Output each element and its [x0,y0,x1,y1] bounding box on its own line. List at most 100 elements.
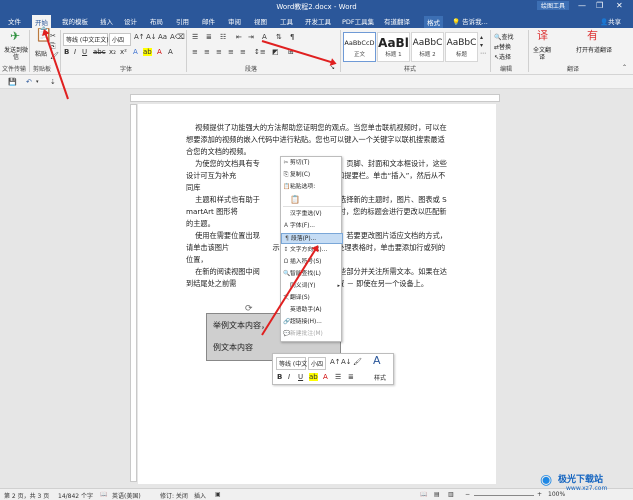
tab-youdao[interactable]: 有道翻译 [384,16,410,26]
style-heading-1[interactable]: AaBl 标题 1 [377,32,410,62]
tab-pdf-tools[interactable]: PDF工具集 [342,16,374,26]
tab-mailings[interactable]: 邮件 [202,16,215,26]
justify-icon[interactable]: ≡ [228,48,234,56]
bold-icon[interactable]: B [277,373,282,381]
open-youdao-button[interactable]: 打开有道翻译 [574,47,614,54]
rotate-handle-icon[interactable]: ⟳ [245,304,253,314]
menu-item-insert-symbol[interactable]: Ω插入符号(S) [281,257,343,268]
tab-format[interactable]: 格式 [424,16,443,28]
find-button[interactable]: 🔍查找 [494,32,514,41]
tab-developer[interactable]: 开发工具 [305,16,331,26]
style-normal[interactable]: AaBbCcD 正文 [343,32,376,62]
paste-option-buttons[interactable]: 📋 [281,194,343,205]
language-indicator[interactable]: 英语(美国) [112,491,141,500]
proofing-icon[interactable]: 📖 [100,491,107,498]
tab-layout[interactable]: 布局 [150,16,163,26]
style-heading-2[interactable]: AaBbC 标题 2 [411,32,444,62]
menu-item-font[interactable]: A 字体(F)... [281,221,343,232]
web-layout-icon[interactable]: ▥ [448,491,454,498]
align-center-icon[interactable]: ≡ [204,48,210,56]
paragraph-1[interactable]: 视频提供了功能强大的方法帮助您证明您的观点。当您单击联机视频时，可以在想要添加的… [186,122,451,158]
format-painter-icon[interactable]: 🖌 [353,358,362,366]
cut-icon[interactable]: ✂ [50,32,56,40]
tab-tools[interactable]: 工具 [280,16,293,26]
textbox-text-line-2[interactable]: 例文本内容 [213,342,253,353]
underline-icon[interactable]: U [298,373,303,381]
shrink-font-icon[interactable]: A↓ [341,358,352,366]
tab-review[interactable]: 审阅 [228,16,241,26]
menu-item-paragraph[interactable]: ¶ 段落(P)... [281,233,343,244]
numbering-icon[interactable]: ≣ [206,33,212,41]
textbox-text-line-1[interactable]: 举例文本内容， [213,320,269,331]
bold-icon[interactable]: B [64,48,69,56]
close-button[interactable]: ✕ [616,1,623,10]
strikethrough-icon[interactable]: abc [93,48,106,56]
styles-icon[interactable]: A [373,355,381,366]
decrease-indent-icon[interactable]: ⇤ [236,33,242,41]
send-to-wechat-button[interactable]: 发送到微信 [4,47,28,61]
macro-icon[interactable]: ▣ [215,491,221,498]
font-color-icon[interactable]: A [323,373,328,381]
insert-mode[interactable]: 插入 [194,491,206,500]
full-translate-button[interactable]: 全文翻译 [532,47,552,61]
share-button[interactable]: 👤共享 [600,16,621,26]
menu-item-english-assistant[interactable]: 英语助手(A) [281,305,343,316]
shading-icon[interactable]: ◩ [272,48,279,56]
superscript-icon[interactable]: x² [120,48,127,56]
line-spacing-icon[interactable]: ↕≡ [254,48,266,56]
customize-qat-icon[interactable]: ⇣ [50,78,56,86]
track-changes-status[interactable]: 修订: 关闭 [160,491,188,500]
menu-item-translate[interactable]: 文翻译(S) [281,293,343,304]
grow-font-icon[interactable]: A↑ [330,358,341,366]
bullets-icon[interactable]: ☰ [335,373,341,381]
menu-item-smart-lookup[interactable]: 🔍 智能查找(L) [281,269,343,280]
align-left-icon[interactable]: ≡ [192,48,198,56]
replace-button[interactable]: ⇄替换 [494,42,511,51]
tab-view[interactable]: 视图 [254,16,267,26]
zoom-out-icon[interactable]: − [465,491,470,498]
subscript-icon[interactable]: x₂ [109,48,116,56]
increase-indent-icon[interactable]: ⇥ [248,33,254,41]
show-marks-icon[interactable]: ¶ [290,33,294,41]
shrink-font-icon[interactable]: A↓ [146,33,157,41]
read-mode-icon[interactable]: 📖 [420,491,427,498]
font-size-select[interactable]: 小四 [109,33,131,46]
clear-format-icon[interactable]: A⌫ [170,33,185,41]
paste-keep-icon[interactable]: 📋 [290,194,300,205]
multilevel-list-icon[interactable]: ☷ [220,33,226,41]
tab-my-templates[interactable]: 我的模板 [62,16,88,26]
menu-item-cut[interactable]: ✂ 剪切(T) [281,158,343,169]
vertical-ruler[interactable] [130,104,137,482]
numbering-icon[interactable]: ≣ [348,373,354,381]
mini-size-select[interactable]: 小四 [308,357,326,370]
highlight-icon[interactable]: ab [143,48,152,56]
italic-icon[interactable]: I [74,48,76,56]
page-indicator[interactable]: 第 2 页，共 3 页 [4,491,49,500]
highlight-icon[interactable]: ab [309,373,318,381]
save-icon[interactable]: 💾 [8,78,17,86]
menu-item-hyperlink[interactable]: 🔗 超链接(H)... [281,317,343,328]
menu-item-paste-options[interactable]: 📋 粘贴选项: [281,182,343,193]
paste-button[interactable]: 粘贴 [35,49,47,58]
bullets-icon[interactable]: ☰ [192,33,198,41]
tab-insert[interactable]: 插入 [100,16,113,26]
menu-item-reconvert[interactable]: 汉字重选(V) [281,209,343,220]
minimize-button[interactable]: — [578,1,586,10]
word-count[interactable]: 14/842 个字 [58,491,93,500]
grow-font-icon[interactable]: A↑ [134,33,145,41]
change-case-icon[interactable]: Aa [158,33,167,41]
mini-styles-label[interactable]: 样式 [374,373,386,382]
char-shading-icon[interactable]: A [168,48,173,56]
undo-icon[interactable]: ↶ [26,78,32,86]
undo-dropdown-icon[interactable]: ▾ [36,78,39,86]
collapse-ribbon-icon[interactable]: ⌃ [622,64,627,72]
tab-design[interactable]: 设计 [124,16,137,26]
style-title[interactable]: AaBbC 标题 [445,32,478,62]
restore-button[interactable]: ❐ [596,1,603,10]
print-layout-icon[interactable]: ▤ [434,491,440,498]
horizontal-ruler[interactable] [130,94,500,102]
zoom-slider[interactable] [474,495,534,496]
styles-more-icon[interactable]: ▴ ▾ ⋯ [480,34,486,58]
menu-item-copy[interactable]: ⎘ 复制(C) [281,170,343,181]
underline-icon[interactable]: U [82,48,87,56]
